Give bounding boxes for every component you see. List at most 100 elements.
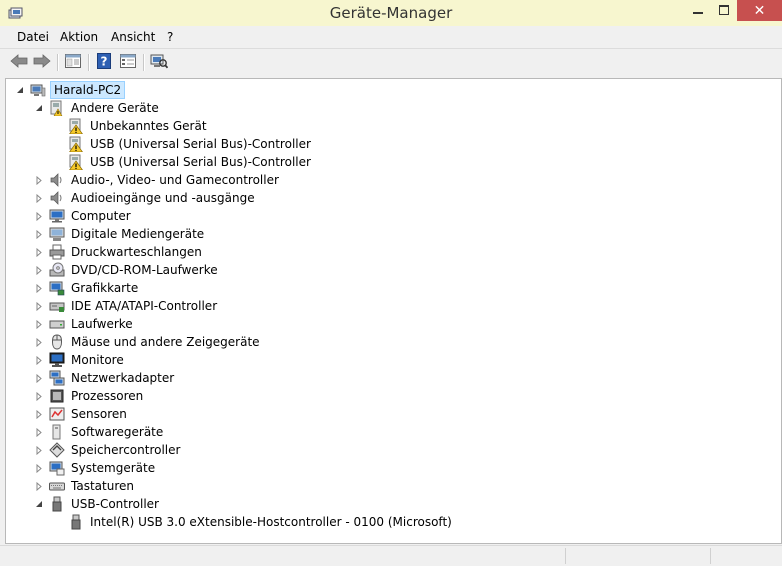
computer-icon <box>49 208 65 224</box>
tree-item-label: Systemgeräte <box>71 461 156 475</box>
forward-button[interactable] <box>32 53 52 72</box>
expand-arrow-icon[interactable] <box>33 243 45 261</box>
tree-category-audio-video-und-gamecontroller[interactable]: Audio-, Video- und Gamecontroller <box>33 171 281 189</box>
minimize-button[interactable] <box>685 0 711 21</box>
expand-arrow-icon[interactable] <box>33 171 45 189</box>
svg-text:?: ? <box>101 55 108 69</box>
properties-button[interactable] <box>118 53 138 72</box>
close-button[interactable]: ✕ <box>737 0 782 21</box>
close-icon: ✕ <box>753 2 766 19</box>
collapse-arrow-icon[interactable] <box>14 81 26 99</box>
expand-arrow-icon[interactable] <box>33 207 45 225</box>
tree-item-label: Digitale Mediengeräte <box>71 227 205 241</box>
tree-item-label: Audioeingänge und -ausgänge <box>71 191 255 205</box>
expand-arrow-icon[interactable] <box>33 369 45 387</box>
tree-category-systemgeräte[interactable]: Systemgeräte <box>33 459 157 477</box>
tree-device-unbekanntes-gerät[interactable]: Unbekanntes Gerät <box>52 117 209 135</box>
tree-category-monitore[interactable]: Monitore <box>33 351 126 369</box>
warning-device-icon <box>68 154 84 170</box>
tree-category-tastaturen[interactable]: Tastaturen <box>33 477 136 495</box>
tree-category-prozessoren[interactable]: Prozessoren <box>33 387 145 405</box>
network-adapter-icon <box>49 370 65 386</box>
expand-arrow-icon[interactable] <box>33 387 45 405</box>
expand-arrow-icon[interactable] <box>33 423 45 441</box>
storage-controller-icon <box>49 442 65 458</box>
tree-root-harald-pc2[interactable]: Harald-PC2 <box>14 81 126 99</box>
tree-category-usb-controller[interactable]: USB-Controller <box>33 495 161 513</box>
tree-item-label: Monitore <box>71 353 124 367</box>
tree-category-dvd-cd-rom-laufwerke[interactable]: DVD/CD-ROM-Laufwerke <box>33 261 220 279</box>
maximize-icon <box>719 4 729 18</box>
tree-item-label: Prozessoren <box>71 389 144 403</box>
tree-category-mäuse-und-andere-zeigegeräte[interactable]: Mäuse und andere Zeigegeräte <box>33 333 262 351</box>
expand-arrow-icon[interactable] <box>33 441 45 459</box>
window-title: Geräte-Manager <box>329 4 453 22</box>
tree-item-label: Speichercontroller <box>71 443 181 457</box>
tree-category-softwaregeräte[interactable]: Softwaregeräte <box>33 423 165 441</box>
speaker-icon <box>49 190 65 206</box>
help-button[interactable]: ? <box>94 53 114 72</box>
tree-device-usb-universal-serial-bus-controller[interactable]: USB (Universal Serial Bus)-Controller <box>52 153 313 171</box>
printer-icon <box>49 244 65 260</box>
speaker-icon <box>49 172 65 188</box>
collapse-arrow-icon[interactable] <box>33 495 45 513</box>
tree-category-grafikkarte[interactable]: Grafikkarte <box>33 279 140 297</box>
tree-item-label: Softwaregeräte <box>71 425 164 439</box>
menu-datei[interactable]: Datei <box>17 30 49 44</box>
tree-category-sensoren[interactable]: Sensoren <box>33 405 129 423</box>
tree-category-netzwerkadapter[interactable]: Netzwerkadapter <box>33 369 176 387</box>
tree-category-druckwarteschlangen[interactable]: Druckwarteschlangen <box>33 243 204 261</box>
expand-arrow-icon[interactable] <box>33 189 45 207</box>
back-arrow-icon <box>10 54 28 71</box>
status-bar-divider <box>565 548 566 564</box>
maximize-button[interactable] <box>711 0 737 21</box>
show-hide-console-tree-button[interactable] <box>63 53 83 72</box>
tree-item-label: DVD/CD-ROM-Laufwerke <box>71 263 218 277</box>
menu-help[interactable]: ? <box>167 30 173 44</box>
tree-category-digitale-mediengeräte[interactable]: Digitale Mediengeräte <box>33 225 206 243</box>
status-bar <box>0 545 782 566</box>
expand-arrow-icon[interactable] <box>33 297 45 315</box>
menu-ansicht[interactable]: Ansicht <box>111 30 155 44</box>
monitor-icon <box>49 352 65 368</box>
expand-arrow-icon[interactable] <box>33 315 45 333</box>
dvd-drive-icon <box>49 262 65 278</box>
toolbar: ? <box>0 49 782 76</box>
tree-category-laufwerke[interactable]: Laufwerke <box>33 315 135 333</box>
tree-device-usb-universal-serial-bus-controller[interactable]: USB (Universal Serial Bus)-Controller <box>52 135 313 153</box>
expand-arrow-icon[interactable] <box>33 279 45 297</box>
collapse-arrow-icon[interactable] <box>33 99 45 117</box>
scan-hardware-button[interactable] <box>149 53 169 72</box>
expand-arrow-icon[interactable] <box>33 261 45 279</box>
tree-item-label: Intel(R) USB 3.0 eXtensible-Hostcontroll… <box>90 515 452 529</box>
system-device-icon <box>49 460 65 476</box>
tree-item-label: IDE ATA/ATAPI-Controller <box>71 299 218 313</box>
tree-device-intel-r-usb-3-0-extensible-hostcontroller-0100-microsoft[interactable]: Intel(R) USB 3.0 eXtensible-Hostcontroll… <box>52 513 454 531</box>
tree-category-computer[interactable]: Computer <box>33 207 133 225</box>
software-device-icon <box>49 424 65 440</box>
tree-category-audioeingänge-und-ausgänge[interactable]: Audioeingänge und -ausgänge <box>33 189 257 207</box>
expand-arrow-icon[interactable] <box>33 477 45 495</box>
expand-arrow-icon[interactable] <box>33 405 45 423</box>
back-button[interactable] <box>9 53 29 72</box>
expand-arrow-icon[interactable] <box>33 225 45 243</box>
tree-category-ide-ata-atapi-controller[interactable]: IDE ATA/ATAPI-Controller <box>33 297 219 315</box>
tree-item-label: Tastaturen <box>71 479 134 493</box>
expand-arrow-icon[interactable] <box>33 459 45 477</box>
status-bar-divider <box>710 548 711 564</box>
expand-arrow-icon[interactable] <box>33 351 45 369</box>
tree-item-label: USB-Controller <box>71 497 159 511</box>
unknown-device-icon <box>49 100 65 116</box>
tree-item-label: USB (Universal Serial Bus)-Controller <box>90 137 311 151</box>
menu-aktion[interactable]: Aktion <box>60 30 98 44</box>
expand-arrow-icon[interactable] <box>33 333 45 351</box>
mouse-icon <box>49 334 65 350</box>
tree-item-label: Audio-, Video- und Gamecontroller <box>71 173 279 187</box>
pc-icon <box>30 82 46 98</box>
tree-item-label: Andere Geräte <box>71 101 159 115</box>
tree-category-speichercontroller[interactable]: Speichercontroller <box>33 441 182 459</box>
scan-hardware-icon <box>150 53 169 72</box>
tree-category-andere-geräte[interactable]: Andere Geräte <box>33 99 161 117</box>
